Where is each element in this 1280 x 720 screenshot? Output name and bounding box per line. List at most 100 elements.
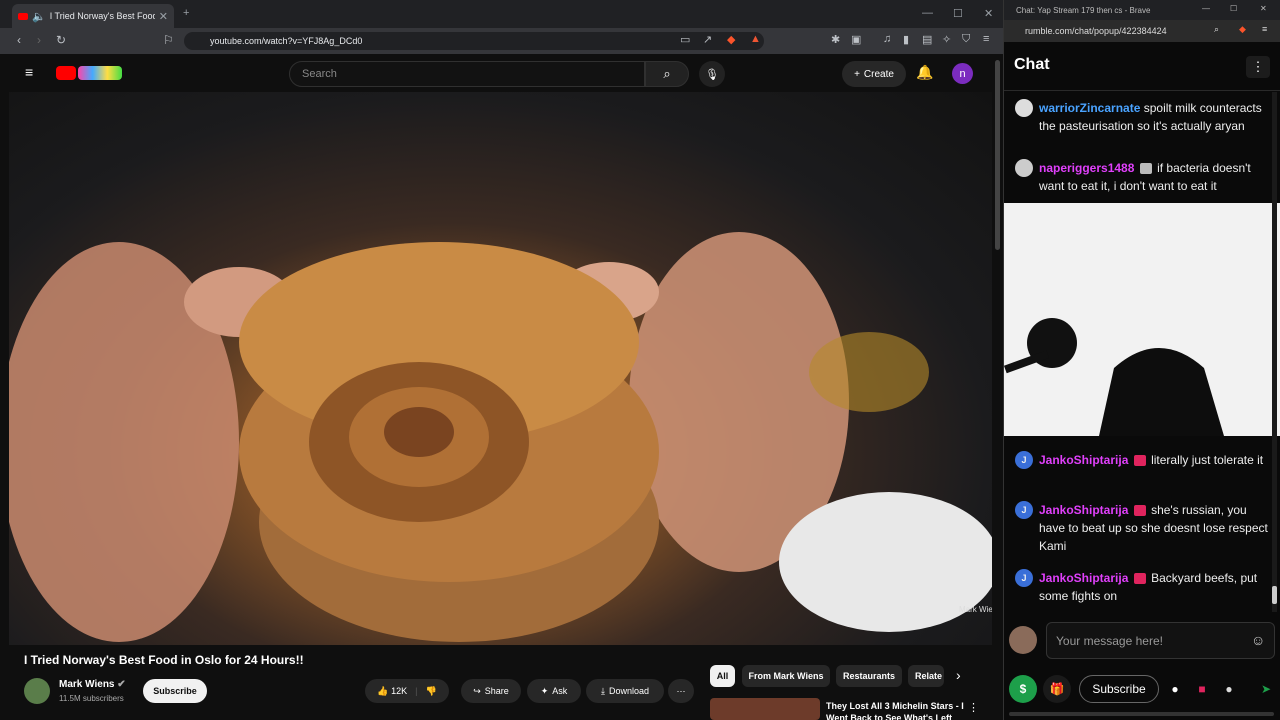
youtube-doodle-logo[interactable] bbox=[78, 66, 122, 80]
tip-button[interactable]: $ bbox=[1009, 675, 1037, 703]
cast-icon[interactable]: ▭ bbox=[680, 33, 690, 46]
tab-bar: 🔈 I Tried Norway's Best Food in ✕ + — ☐ … bbox=[0, 0, 1003, 28]
channel-name-text: Mark Wiens bbox=[59, 679, 115, 690]
like-count: 12K bbox=[391, 685, 408, 696]
recommended-title[interactable]: They Lost All 3 Michelin Stars - I Went … bbox=[826, 700, 966, 720]
minimize-icon[interactable]: — bbox=[922, 7, 933, 19]
create-button[interactable]: + Create bbox=[842, 61, 906, 87]
ask-button[interactable]: ✦ Ask bbox=[527, 679, 581, 703]
share-page-icon[interactable]: ↗ bbox=[703, 33, 712, 46]
avatar-initial: n bbox=[959, 67, 966, 80]
chat-username[interactable]: JankoShiptarija bbox=[1039, 571, 1128, 585]
channel-subscribers: 11.5M subscribers bbox=[59, 694, 124, 703]
user-badge-icon bbox=[1133, 455, 1146, 467]
chat-text: literally just tolerate it bbox=[1151, 453, 1264, 467]
chip-related[interactable]: Relate bbox=[908, 665, 944, 687]
vpn-icon[interactable]: ⛉ bbox=[962, 33, 970, 46]
emote-2-icon[interactable]: ■ bbox=[1192, 675, 1212, 703]
maximize-icon[interactable]: ☐ bbox=[1230, 4, 1237, 13]
download-button[interactable]: ⤓ Download bbox=[586, 679, 664, 703]
tab-close-icon[interactable]: ✕ bbox=[159, 10, 168, 23]
reload-icon[interactable]: ↻ bbox=[56, 33, 66, 47]
page-scrollbar[interactable] bbox=[995, 60, 1000, 250]
menu-icon[interactable]: ≡ bbox=[983, 33, 989, 45]
sidebar-icon[interactable]: ▮ bbox=[903, 33, 909, 46]
brave-shield-icon[interactable]: ◆ bbox=[727, 33, 735, 46]
dislike-button[interactable]: 👎 bbox=[425, 686, 436, 697]
chip-from-channel[interactable]: From Mark Wiens bbox=[742, 665, 830, 687]
back-icon[interactable]: ‹ bbox=[17, 33, 21, 47]
user-avatar: J bbox=[1015, 569, 1033, 587]
subscribe-button[interactable]: Subscribe bbox=[1079, 675, 1159, 703]
avatar-letter: J bbox=[1021, 573, 1027, 583]
webcam-overlay bbox=[1004, 203, 1280, 436]
menu-icon[interactable]: ≡ bbox=[1262, 24, 1267, 34]
youtube-favicon-icon bbox=[18, 12, 28, 20]
emoji-icon[interactable]: ☺ bbox=[1251, 632, 1265, 648]
send-icon[interactable]: ➤ bbox=[1255, 675, 1277, 703]
youtube-logo-icon[interactable] bbox=[56, 66, 76, 80]
bookmark-icon[interactable]: ⚐ bbox=[163, 33, 174, 47]
address-bar-row: ‹ › ↻ ⚐ youtube.com/watch?v=YFJ8Ag_DCd0 … bbox=[0, 28, 1003, 54]
channel-avatar[interactable] bbox=[24, 678, 50, 704]
chat-scroll-thumb[interactable] bbox=[1272, 586, 1277, 604]
tab-youtube-video[interactable]: 🔈 I Tried Norway's Best Food in ✕ bbox=[12, 4, 174, 28]
search-icon: ⌕ bbox=[663, 66, 671, 81]
chevron-right-icon[interactable]: › bbox=[956, 667, 961, 683]
forward-icon[interactable]: › bbox=[37, 33, 41, 47]
emote-1-icon[interactable]: ● bbox=[1165, 675, 1185, 703]
divider: | bbox=[415, 686, 418, 696]
share-button[interactable]: ↪ Share bbox=[461, 679, 521, 703]
recommended-thumbnail[interactable] bbox=[710, 698, 820, 720]
chat-username[interactable]: naperiggers1488 bbox=[1039, 161, 1134, 175]
wallet-icon[interactable]: ▤ bbox=[922, 33, 932, 46]
chat-scrollbar[interactable] bbox=[1272, 92, 1277, 612]
hamburger-menu-icon[interactable]: ≡ bbox=[25, 64, 33, 80]
zoom-icon[interactable]: ⌕ bbox=[1214, 24, 1219, 35]
like-button[interactable]: 👍 12K bbox=[377, 686, 407, 697]
plus-icon: + bbox=[854, 68, 860, 80]
minimize-icon[interactable]: — bbox=[1202, 4, 1210, 13]
horizontal-scrollbar[interactable] bbox=[1009, 712, 1274, 716]
gift-icon: 🎁 bbox=[1049, 682, 1065, 696]
rec-more-icon[interactable]: ⋮ bbox=[968, 701, 979, 714]
brave-rewards-icon[interactable]: ▲ bbox=[750, 33, 761, 45]
chat-options-button[interactable]: ⋮ bbox=[1246, 56, 1270, 78]
url-field[interactable]: youtube.com/watch?v=YFJ8Ag_DCd0 bbox=[184, 32, 764, 50]
more-actions-button[interactable]: ⋯ bbox=[668, 679, 694, 703]
gift-button[interactable]: 🎁 bbox=[1043, 675, 1071, 703]
chat-username[interactable]: JankoShiptarija bbox=[1039, 503, 1128, 517]
close-window-icon[interactable]: ✕ bbox=[1260, 4, 1267, 13]
chat-username[interactable]: warriorZincarnate bbox=[1039, 101, 1140, 115]
dollar-icon: $ bbox=[1019, 682, 1027, 696]
chat-title-bar: Chat: Yap Stream 179 then cs - Brave — ☐… bbox=[1004, 0, 1280, 20]
subscribe-button[interactable]: Subscribe bbox=[143, 679, 207, 703]
search-input[interactable]: Search bbox=[289, 61, 645, 87]
leo-icon[interactable]: ✧ bbox=[942, 33, 951, 46]
avatar-letter: J bbox=[1021, 455, 1027, 465]
maximize-icon[interactable]: ☐ bbox=[953, 7, 963, 20]
video-player[interactable]: Mark Wiens bbox=[9, 92, 992, 645]
media-icon[interactable]: ♫ bbox=[883, 33, 891, 45]
chat-address-bar[interactable]: rumble.com/chat/popup/422384424 ⌕ ◆ ≡ bbox=[1004, 20, 1280, 42]
chat-username[interactable]: JankoShiptarija bbox=[1039, 453, 1128, 467]
share-label: Share bbox=[484, 686, 509, 696]
chip-all[interactable]: All bbox=[710, 665, 735, 687]
chip-restaurants[interactable]: Restaurants bbox=[836, 665, 902, 687]
watermark-text: Mark Wiens bbox=[959, 605, 992, 614]
channel-name[interactable]: Mark Wiens ✔ bbox=[59, 679, 126, 690]
brave-shield-icon[interactable]: ◆ bbox=[1239, 24, 1246, 35]
user-avatar bbox=[1015, 159, 1033, 177]
account-avatar[interactable]: n bbox=[952, 63, 973, 84]
notifications-bell-icon[interactable]: 🔔 bbox=[916, 64, 933, 81]
screenshot-icon[interactable]: ▣ bbox=[851, 33, 861, 46]
message-input[interactable]: Your message here! ☺ bbox=[1046, 622, 1275, 659]
close-window-icon[interactable]: ✕ bbox=[984, 7, 993, 20]
extensions-icon[interactable]: ✱ bbox=[831, 33, 840, 46]
new-tab-icon[interactable]: + bbox=[183, 7, 189, 19]
search-button[interactable]: ⌕ bbox=[645, 61, 689, 87]
more-icon: ⋯ bbox=[676, 685, 686, 696]
voice-search-button[interactable]: 🎙 bbox=[699, 61, 725, 87]
emote-3-icon[interactable]: ● bbox=[1219, 675, 1239, 703]
user-avatar bbox=[1015, 99, 1033, 117]
